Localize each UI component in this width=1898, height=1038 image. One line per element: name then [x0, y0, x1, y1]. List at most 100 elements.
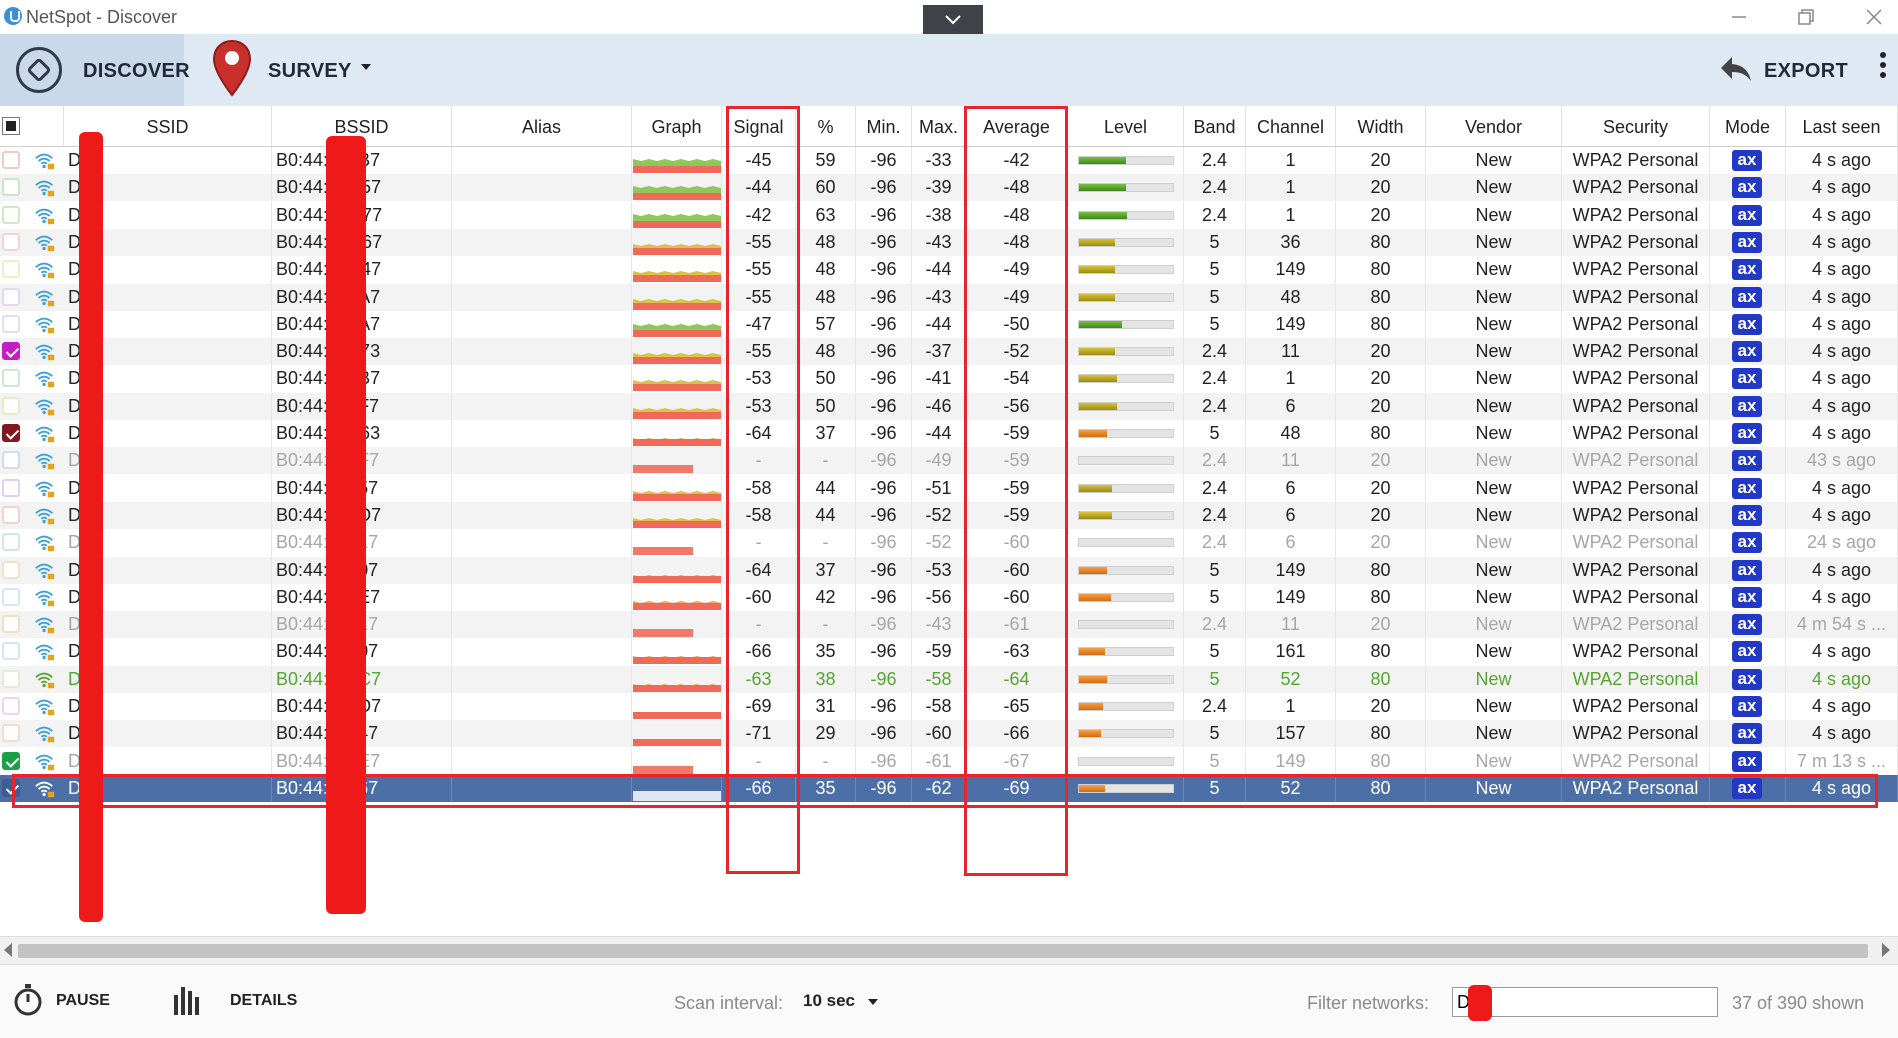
column-header-width[interactable]: Width — [1336, 106, 1426, 146]
column-header-average[interactable]: Average — [966, 106, 1068, 146]
table-row[interactable]: D 2 B0:44: 90:17- - -96 -52 -60 2.4 6 20 New WPA2 … — [0, 529, 1898, 557]
column-header-max[interactable]: Max. — [912, 106, 966, 146]
column-header-min[interactable]: Min. — [856, 106, 912, 146]
table-row[interactable]: D 2 B0:44: 0E:73 -55 48 -96 -37 -52 2.4 11 20 New W… — [0, 338, 1898, 366]
scan-interval-select[interactable]: 10 sec — [803, 991, 883, 1017]
mode-badge: ax — [1732, 614, 1762, 636]
table-row[interactable]: D 2 B0:44: 90:07 -66 35 -96 -59 -63 5 161 80 New WP… — [0, 638, 1898, 666]
restore-button[interactable] — [1795, 6, 1817, 28]
pause-button[interactable]: PAUSE — [8, 983, 118, 1019]
band-cell: 2.4 — [1184, 693, 1246, 720]
table-row[interactable]: D 2 B0:44: 0C:47 -55 48 -96 -44 -49 5 149 80 New WP… — [0, 256, 1898, 284]
table-row[interactable]: D 2 B0:44: AC:77 -42 63 -96 -38 -48 2.4 1 20 New WP… — [0, 201, 1898, 229]
row-checkbox[interactable] — [2, 478, 20, 497]
column-header-level[interactable]: Level — [1068, 106, 1184, 146]
mode-badge: ax — [1732, 586, 1762, 608]
collapse-toolbar-button[interactable] — [923, 5, 983, 35]
column-header-channel[interactable]: Channel — [1246, 106, 1336, 146]
row-checkbox[interactable] — [2, 778, 20, 797]
table-row[interactable]: D 2 B0:44: 0E:63 -64 37 -96 -44 -59 5 48 80 New WPA… — [0, 420, 1898, 447]
filter-networks-input[interactable] — [1452, 987, 1718, 1017]
row-checkbox[interactable] — [2, 560, 20, 579]
table-row[interactable]: D 2 B0:44: AC:67 -55 48 -96 -43 -48 5 36 80 New WPA… — [0, 228, 1898, 256]
row-checkbox[interactable] — [2, 396, 20, 415]
more-vertical-icon[interactable] — [1880, 52, 1886, 82]
row-checkbox[interactable] — [2, 642, 20, 661]
table-row[interactable]: D 2 B0:44: 96:67 -66 35 -96 -62 -69 5 52 80 New WPA… — [0, 774, 1898, 802]
row-checkbox[interactable] — [2, 342, 20, 361]
select-all-checkbox[interactable] — [2, 117, 20, 135]
last-seen-cell: 4 s ago — [1786, 256, 1898, 284]
horizontal-scrollbar[interactable] — [0, 936, 1898, 965]
table-row[interactable]: D 2 B0:44: 95:A7 -47 57 -96 -44 -50 5 149 80 New WP… — [0, 310, 1898, 338]
column-header-percent[interactable]: % — [796, 106, 856, 146]
row-checkbox[interactable] — [2, 151, 20, 169]
alias-cell — [452, 228, 632, 256]
bssid-cell: B0:44: 0E:63 — [272, 420, 452, 447]
row-checkbox[interactable] — [2, 751, 20, 770]
column-header-vendor[interactable]: Vendor — [1426, 106, 1562, 146]
scrollbar-thumb[interactable] — [18, 944, 1868, 958]
column-header-band[interactable]: Band — [1184, 106, 1246, 146]
table-row[interactable]: D 2 B0:44: 97:B7 -45 59 -96 -33 -42 2.4 1 20 New WP… — [0, 147, 1898, 174]
mode-cell: ax — [1710, 147, 1786, 174]
level-bar — [1078, 592, 1174, 602]
row-checkbox[interactable] — [2, 260, 20, 279]
row-checkbox[interactable] — [2, 615, 20, 634]
table-row[interactable]: D 2 B0:44: 97:E7- - -96 -61 -67 5 149 80 New WPA2 … — [0, 747, 1898, 775]
scroll-left-icon[interactable] — [4, 943, 12, 957]
scroll-right-icon[interactable] — [1882, 943, 1890, 957]
survey-dropdown-icon[interactable] — [361, 64, 371, 70]
row-checkbox[interactable] — [2, 287, 20, 306]
table-row[interactable]: D 2 B0:44: 28:F7 -53 50 -96 -46 -56 2.4 6 20 New WP… — [0, 392, 1898, 420]
discover-button[interactable]: DISCOVER — [0, 34, 190, 106]
security-cell: WPA2 Personal — [1562, 365, 1710, 393]
column-header-last-seen[interactable]: Last seen — [1786, 106, 1898, 146]
row-checkbox[interactable] — [2, 369, 20, 388]
table-row[interactable]: D 2 B0:44: 93:07 -64 37 -96 -53 -60 5 149 80 New WP… — [0, 556, 1898, 584]
table-row[interactable]: D 2 B0:44: 28:E7 -60 42 -96 -56 -60 5 149 80 New WP… — [0, 583, 1898, 611]
average-cell: -60 — [966, 583, 1068, 611]
column-header-bssid[interactable]: BSSID — [272, 106, 452, 146]
column-header-ssid[interactable]: SSID — [64, 106, 272, 146]
row-checkbox[interactable] — [2, 697, 20, 715]
table-row[interactable]: D 2 B0:44: 29:47 -71 29 -96 -60 -66 5 157 80 New WP… — [0, 720, 1898, 748]
row-checkbox[interactable] — [2, 533, 20, 552]
row-checkbox[interactable] — [2, 669, 20, 688]
column-header-mode[interactable]: Mode — [1710, 106, 1786, 146]
row-checkbox[interactable] — [2, 587, 20, 606]
column-header-security[interactable]: Security — [1562, 106, 1710, 146]
row-checkbox[interactable] — [2, 178, 20, 197]
table-row[interactable]: D 2 B0:44: 96:C7 -63 38 -96 -58 -64 5 52 80 New WPA… — [0, 665, 1898, 693]
details-button[interactable]: DETAILS — [170, 983, 300, 1019]
table-row[interactable]: D 2 B0:44: 96:D7 -58 44 -96 -52 -59 2.4 6 20 New WP… — [0, 501, 1898, 529]
row-checkbox[interactable] — [2, 314, 20, 333]
row-checkbox[interactable] — [2, 232, 20, 251]
column-header-alias[interactable]: Alias — [452, 106, 632, 146]
row-checkbox[interactable] — [2, 451, 20, 470]
minimize-button[interactable] — [1728, 6, 1750, 28]
column-header-graph[interactable]: Graph — [632, 106, 722, 146]
export-button[interactable]: EXPORT — [1712, 34, 1848, 106]
row-checkbox[interactable] — [2, 505, 20, 524]
table-row[interactable]: D 2 B0:44: 97:A7 -55 48 -96 -43 -49 5 48 80 New WPA… — [0, 283, 1898, 311]
table-row[interactable]: D 2 B0:44: 0C:57 -44 60 -96 -39 -48 2.4 1 20 New WP… — [0, 174, 1898, 202]
level-bar — [1078, 538, 1174, 548]
scan-interval-label: Scan interval: — [674, 993, 784, 1013]
signal-graph — [633, 213, 721, 228]
row-checkbox[interactable] — [2, 724, 20, 743]
close-button[interactable] — [1863, 6, 1885, 28]
survey-button[interactable]: SURVEY — [200, 34, 380, 106]
column-header-signal[interactable]: Signal — [722, 106, 796, 146]
security-cell: WPA2 Personal — [1562, 638, 1710, 666]
width-cell: 20 — [1336, 174, 1426, 202]
table-row[interactable]: D 2 B0:44: 29:57 -58 44 -96 -51 -59 2.4 6 20 New WP… — [0, 474, 1898, 502]
table-row[interactable]: D 2 B0:44: 97:F7- - -96 -49 -59 2.4 11 20 New WPA2… — [0, 447, 1898, 475]
row-checkbox[interactable] — [2, 205, 20, 224]
table-row[interactable]: D 2 B0:44: 95:B7 -53 50 -96 -41 -54 2.4 1 20 New WP… — [0, 365, 1898, 393]
band-cell: 2.4 — [1184, 501, 1246, 529]
row-checkbox[interactable] — [2, 424, 20, 442]
table-row[interactable]: D 2 B0:44: 95:D7 -69 31 -96 -58 -65 2.4 1 20 New WP… — [0, 693, 1898, 720]
mode-badge: ax — [1732, 504, 1762, 526]
table-row[interactable]: D 2 B0:44: 93:17- - -96 -43 -61 2.4 11 20 New WPA2… — [0, 611, 1898, 639]
